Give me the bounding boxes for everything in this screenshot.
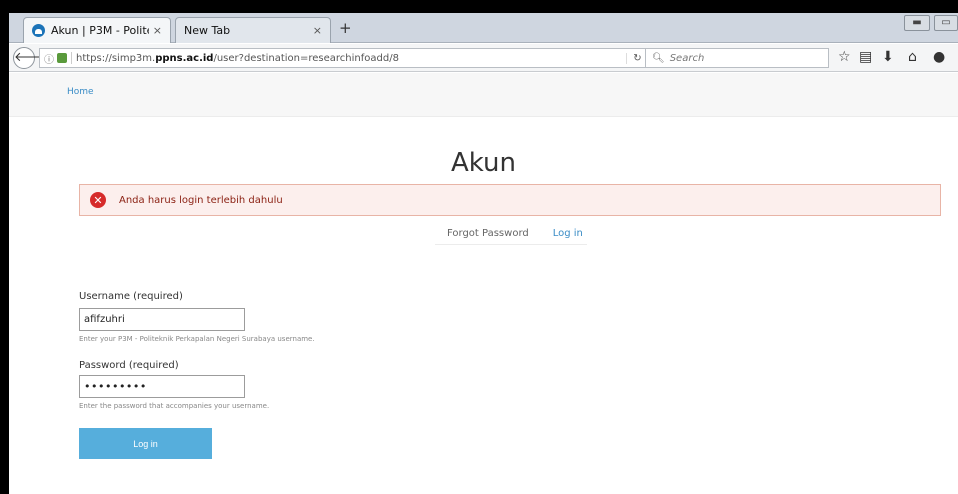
- reading-list-icon[interactable]: ▤: [859, 49, 872, 65]
- url-separator: [71, 52, 72, 64]
- url-bar[interactable]: ⓘ https://simp3m.ppns.ac.id/user?destina…: [39, 48, 649, 68]
- tab-akun[interactable]: Akun | P3M - Politeknik Pe... ×: [23, 17, 171, 43]
- tab-strip: Akun | P3M - Politeknik Pe... × New Tab …: [9, 13, 958, 43]
- lock-warning-icon[interactable]: [57, 53, 67, 63]
- info-icon[interactable]: ⓘ: [44, 51, 54, 66]
- breadcrumb-home-link[interactable]: Home: [67, 87, 94, 97]
- back-arrow-icon[interactable]: 🡐: [13, 47, 49, 69]
- search-placeholder: Search: [669, 52, 705, 64]
- tab-new-tab[interactable]: New Tab ×: [175, 17, 331, 43]
- page-content: Home Akun ✕ Anda harus login terlebih da…: [9, 73, 958, 494]
- search-icon: 🔍︎: [652, 52, 665, 64]
- tab-title: Akun | P3M - Politeknik Pe...: [51, 24, 149, 37]
- tab-log-in[interactable]: Log in: [553, 228, 583, 239]
- home-icon[interactable]: ⌂: [908, 49, 917, 65]
- login-button[interactable]: Log in: [79, 428, 212, 459]
- close-tab-icon[interactable]: ×: [313, 24, 322, 37]
- account-tabs: Forgot Password Log in: [435, 222, 587, 245]
- download-icon[interactable]: ⬇: [882, 49, 894, 65]
- drupal-favicon-icon: [32, 24, 45, 37]
- breadcrumb: Home: [9, 73, 958, 117]
- username-label: Username (required): [79, 291, 183, 302]
- password-description: Enter the password that accompanies your…: [79, 402, 270, 410]
- password-label: Password (required): [79, 360, 179, 371]
- error-icon: ✕: [90, 192, 106, 208]
- username-description: Enter your P3M - Politeknik Perkapalan N…: [79, 335, 315, 343]
- tab-forgot-password[interactable]: Forgot Password: [447, 228, 529, 239]
- nav-bar: 🡐 ⓘ https://simp3m.ppns.ac.id/user?desti…: [9, 44, 958, 72]
- error-message: Anda harus login terlebih dahulu: [119, 194, 283, 206]
- url-text[interactable]: https://simp3m.ppns.ac.id/user?destinati…: [76, 53, 626, 64]
- minimize-icon[interactable]: ▬: [904, 15, 930, 31]
- close-tab-icon[interactable]: ×: [153, 24, 162, 37]
- password-field[interactable]: •••••••••: [79, 375, 245, 398]
- browser-window: Akun | P3M - Politeknik Pe... × New Tab …: [9, 13, 958, 494]
- page-title: Akun: [451, 148, 516, 178]
- maximize-icon[interactable]: ▭: [934, 15, 958, 31]
- username-field[interactable]: afifzuhri: [79, 308, 245, 331]
- search-input[interactable]: 🔍︎ Search: [645, 48, 829, 68]
- chat-icon[interactable]: ●: [933, 49, 945, 65]
- new-tab-button[interactable]: +: [339, 19, 352, 37]
- error-alert: ✕ Anda harus login terlebih dahulu: [79, 184, 941, 216]
- tab-title: New Tab: [184, 24, 231, 37]
- bookmark-star-icon[interactable]: ☆: [838, 49, 851, 65]
